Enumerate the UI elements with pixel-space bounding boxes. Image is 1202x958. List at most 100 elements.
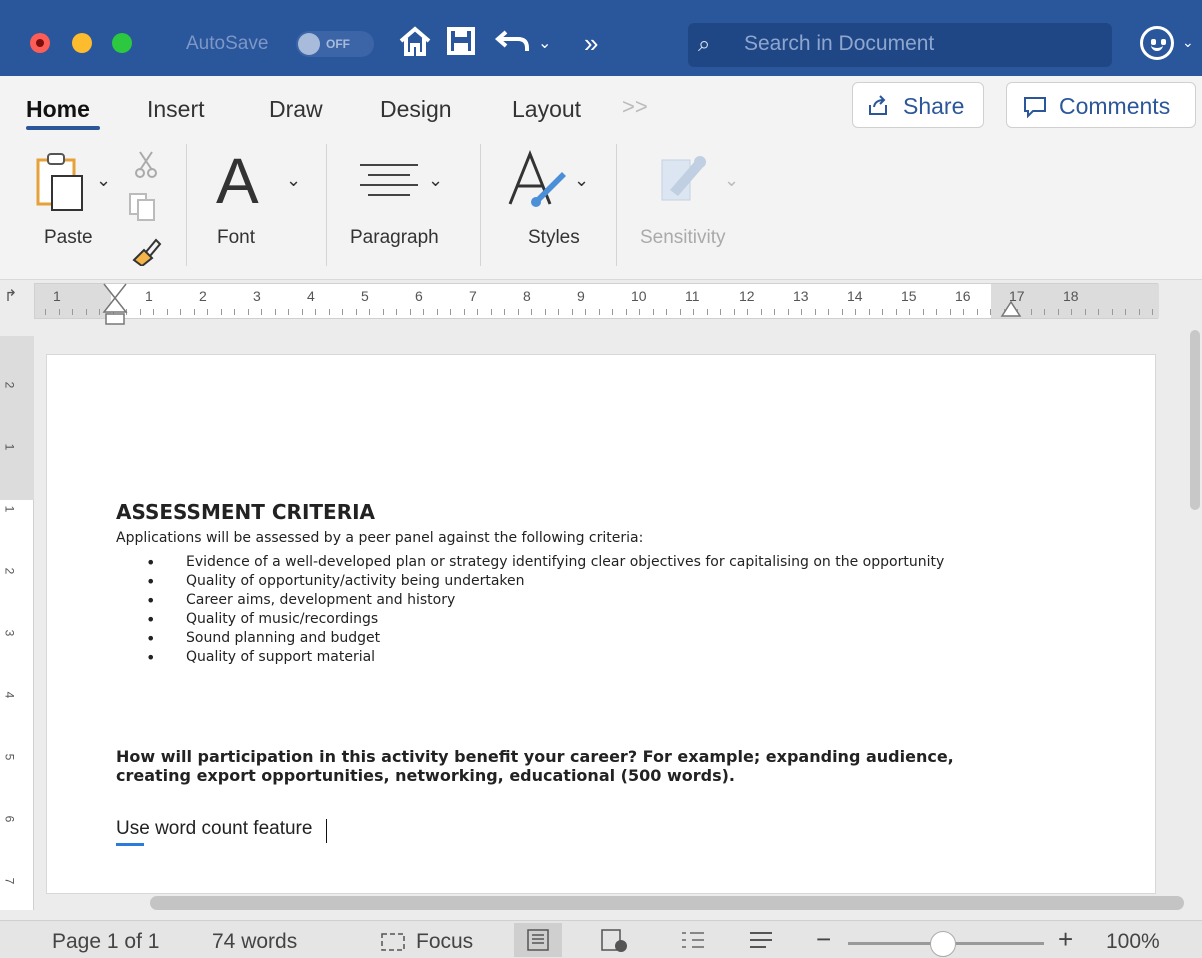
ruler-tick [464,309,465,315]
feedback-smiley-icon[interactable] [1140,26,1174,60]
tab-stop-selector-icon[interactable]: ↱ [4,286,17,306]
ruler-number: 1 [145,288,153,304]
ruler-tick [1125,309,1126,315]
ruler-number: 7 [469,288,477,304]
vertical-scrollbar[interactable] [1190,330,1200,510]
ruler-tick [315,309,316,315]
ruler-tick [585,309,586,315]
ruler-tick [680,309,681,315]
ruler-tick [531,309,532,315]
document-intro: Applications will be assessed by a peer … [116,530,644,546]
ruler-tick [963,309,964,315]
ruler-tick [477,309,478,315]
ruler-tick [194,309,195,315]
ruler-tick [261,309,262,315]
document-question: How will participation in this activity … [116,747,954,785]
paragraph-align-icon[interactable] [356,162,422,207]
ruler-tick [720,309,721,315]
paste-chevron-icon[interactable]: ⌄ [96,170,111,191]
ruler-tick [572,309,573,315]
ruler-number: 9 [577,288,585,304]
criteria-item: Quality of music/recordings [146,610,1046,629]
sensitivity-chevron-icon[interactable]: ⌄ [724,170,739,191]
vertical-ruler-number: 2 [2,567,17,575]
ruler-tick [761,309,762,315]
ruler-tick [747,309,748,315]
draft-view-icon[interactable] [748,930,774,957]
search-icon: ⌕ [698,31,711,56]
ruler-number: 13 [793,288,809,304]
tab-design[interactable]: Design [380,96,452,123]
cut-icon[interactable] [134,150,158,183]
ruler-tick [1098,309,1099,315]
ruler-number: 1 [53,288,61,304]
ruler-tick [437,309,438,315]
search-input[interactable]: Search in Document [744,32,934,56]
ruler-tick [855,309,856,315]
zoom-out-icon[interactable]: − [816,924,831,955]
ruler-tick [383,309,384,315]
paragraph-chevron-icon[interactable]: ⌄ [428,170,443,191]
zoom-level[interactable]: 100% [1106,930,1160,954]
undo-chevron-icon[interactable]: ⌄ [538,34,551,54]
ruler-tick [72,309,73,315]
zoom-in-icon[interactable]: + [1058,924,1073,955]
ruler-tick [1085,309,1086,315]
horizontal-ruler[interactable]: 1 1 2 3 4 5 6 7 8 9 10 11 12 13 14 15 16 17 18 [34,283,1159,319]
tab-layout[interactable]: Layout [512,96,581,123]
outline-view-icon[interactable] [680,930,706,957]
styles-chevron-icon[interactable]: ⌄ [574,170,589,191]
share-icon [869,95,887,115]
vertical-ruler[interactable]: 2 1 1 2 3 4 5 6 7 [0,336,34,910]
indent-marker-icon[interactable] [102,282,128,331]
comments-button[interactable]: Comments [1006,82,1196,128]
tab-draw[interactable]: Draw [269,96,323,123]
zoom-slider-knob[interactable] [930,931,956,957]
criteria-item: Quality of support material [146,648,1046,667]
save-icon[interactable] [446,24,476,68]
copy-icon[interactable] [128,192,158,227]
word-count[interactable]: 74 words [212,930,297,954]
font-icon[interactable]: A [216,144,259,218]
share-button[interactable]: Share [852,82,984,128]
sensitivity-icon[interactable] [656,150,716,209]
print-layout-view-button[interactable] [514,923,562,957]
ruler-tick [828,309,829,315]
ruler-tick [909,309,910,315]
zoom-window-button[interactable] [112,33,132,53]
undo-icon[interactable] [494,24,534,68]
ruler-tick [666,309,667,315]
ruler-tick [990,309,991,315]
ruler-tick [707,309,708,315]
font-chevron-icon[interactable]: ⌄ [286,170,301,191]
ruler-tick [612,309,613,315]
ruler-tick [882,309,883,315]
web-layout-icon[interactable] [600,928,630,958]
close-window-button[interactable] [30,33,50,53]
document-answer-text[interactable]: Use word count feature [116,818,312,840]
ruler-tick [221,309,222,315]
ruler-tick [1058,309,1059,315]
paragraph-label: Paragraph [350,227,439,248]
more-commands-icon[interactable]: » [584,24,598,62]
focus-button[interactable]: Focus [416,930,473,954]
home-icon[interactable] [398,24,432,68]
feedback-chevron-icon[interactable]: ⌄ [1182,34,1194,51]
paste-clipboard-icon[interactable] [36,152,90,217]
share-label: Share [903,93,965,119]
format-painter-icon[interactable] [130,236,162,271]
horizontal-scrollbar[interactable] [150,896,1184,910]
more-tabs-icon[interactable]: >> [622,94,648,120]
ruler-tick [410,309,411,315]
tab-home[interactable]: Home [26,96,90,123]
ruler-tick [639,309,640,315]
page-count[interactable]: Page 1 of 1 [52,930,159,954]
minimize-window-button[interactable] [72,33,92,53]
tab-insert[interactable]: Insert [147,96,205,123]
styles-icon[interactable] [506,148,570,219]
focus-icon[interactable] [380,932,406,957]
ruler-tick [693,309,694,315]
ruler-tick [180,309,181,315]
right-indent-marker-icon[interactable] [1000,300,1022,323]
ruler-number: 6 [415,288,423,304]
